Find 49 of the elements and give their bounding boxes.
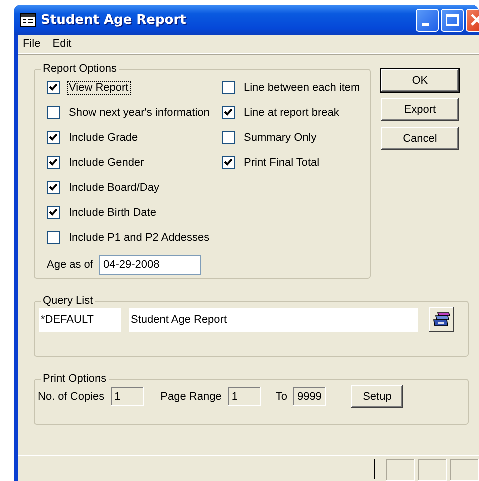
group-title: Report Options (42, 63, 118, 75)
checkbox[interactable] (222, 81, 235, 94)
checkbox-label[interactable]: Include Grade (67, 130, 140, 144)
maximize-icon (446, 14, 459, 26)
field-label: To (276, 390, 288, 402)
checkbox-label[interactable]: Show next year's information (67, 106, 212, 120)
checkbox-label[interactable]: Include Board/Day (67, 180, 162, 194)
group-title: Query List (42, 295, 94, 307)
card-stack-icon (432, 312, 450, 328)
dialog-button[interactable]: Cancel (381, 127, 460, 150)
page-from-field[interactable]: 1 (228, 387, 261, 406)
minimize-button[interactable] (416, 8, 439, 32)
query-name-field[interactable]: Student Age Report (129, 308, 418, 332)
dialog-button[interactable]: Export (381, 98, 460, 121)
setup-button[interactable]: Setup (351, 385, 404, 408)
checkbox-label[interactable]: View Report (67, 80, 131, 94)
field-label: Page Range (160, 390, 222, 402)
checkbox[interactable] (47, 156, 60, 169)
checkbox-label[interactable]: Summary Only (242, 130, 319, 144)
checkbox[interactable] (47, 81, 60, 94)
field-label: Age as of (47, 259, 94, 271)
checkbox-label[interactable]: Print Final Total (242, 156, 322, 170)
checkbox[interactable] (47, 231, 60, 244)
checkbox-label[interactable]: Include P1 and P2 Addesses (67, 230, 212, 244)
checkbox[interactable] (222, 106, 235, 119)
date-field[interactable]: 04-29-2008 (99, 255, 202, 275)
checkbox[interactable] (47, 206, 60, 219)
minimize-icon (422, 22, 429, 26)
checkbox[interactable] (47, 181, 60, 194)
checkbox[interactable] (222, 156, 235, 169)
window-title: Student Age Report (41, 12, 188, 28)
menu-item[interactable]: Edit (52, 38, 72, 50)
checkbox[interactable] (222, 131, 235, 144)
menu-item[interactable]: File (23, 38, 41, 50)
group-title: Print Options (42, 373, 108, 385)
checkbox-label[interactable]: Include Birth Date (67, 206, 158, 220)
query-list-button[interactable] (429, 307, 454, 332)
checkbox-label[interactable]: Line at report break (242, 106, 342, 120)
list-window-icon (20, 13, 36, 27)
maximize-button[interactable] (441, 8, 464, 32)
page-to-field[interactable]: 9999 (293, 387, 326, 406)
checkbox[interactable] (47, 131, 60, 144)
checkbox-label[interactable]: Include Gender (67, 156, 146, 170)
checkbox-label[interactable]: Line between each item (242, 80, 362, 94)
field-label: No. of Copies (38, 390, 105, 402)
checkbox[interactable] (47, 106, 60, 119)
dialog-button[interactable]: OK (381, 69, 460, 92)
copies-field[interactable]: 1 (110, 387, 144, 406)
query-code-field[interactable]: *DEFAULT (39, 308, 121, 332)
